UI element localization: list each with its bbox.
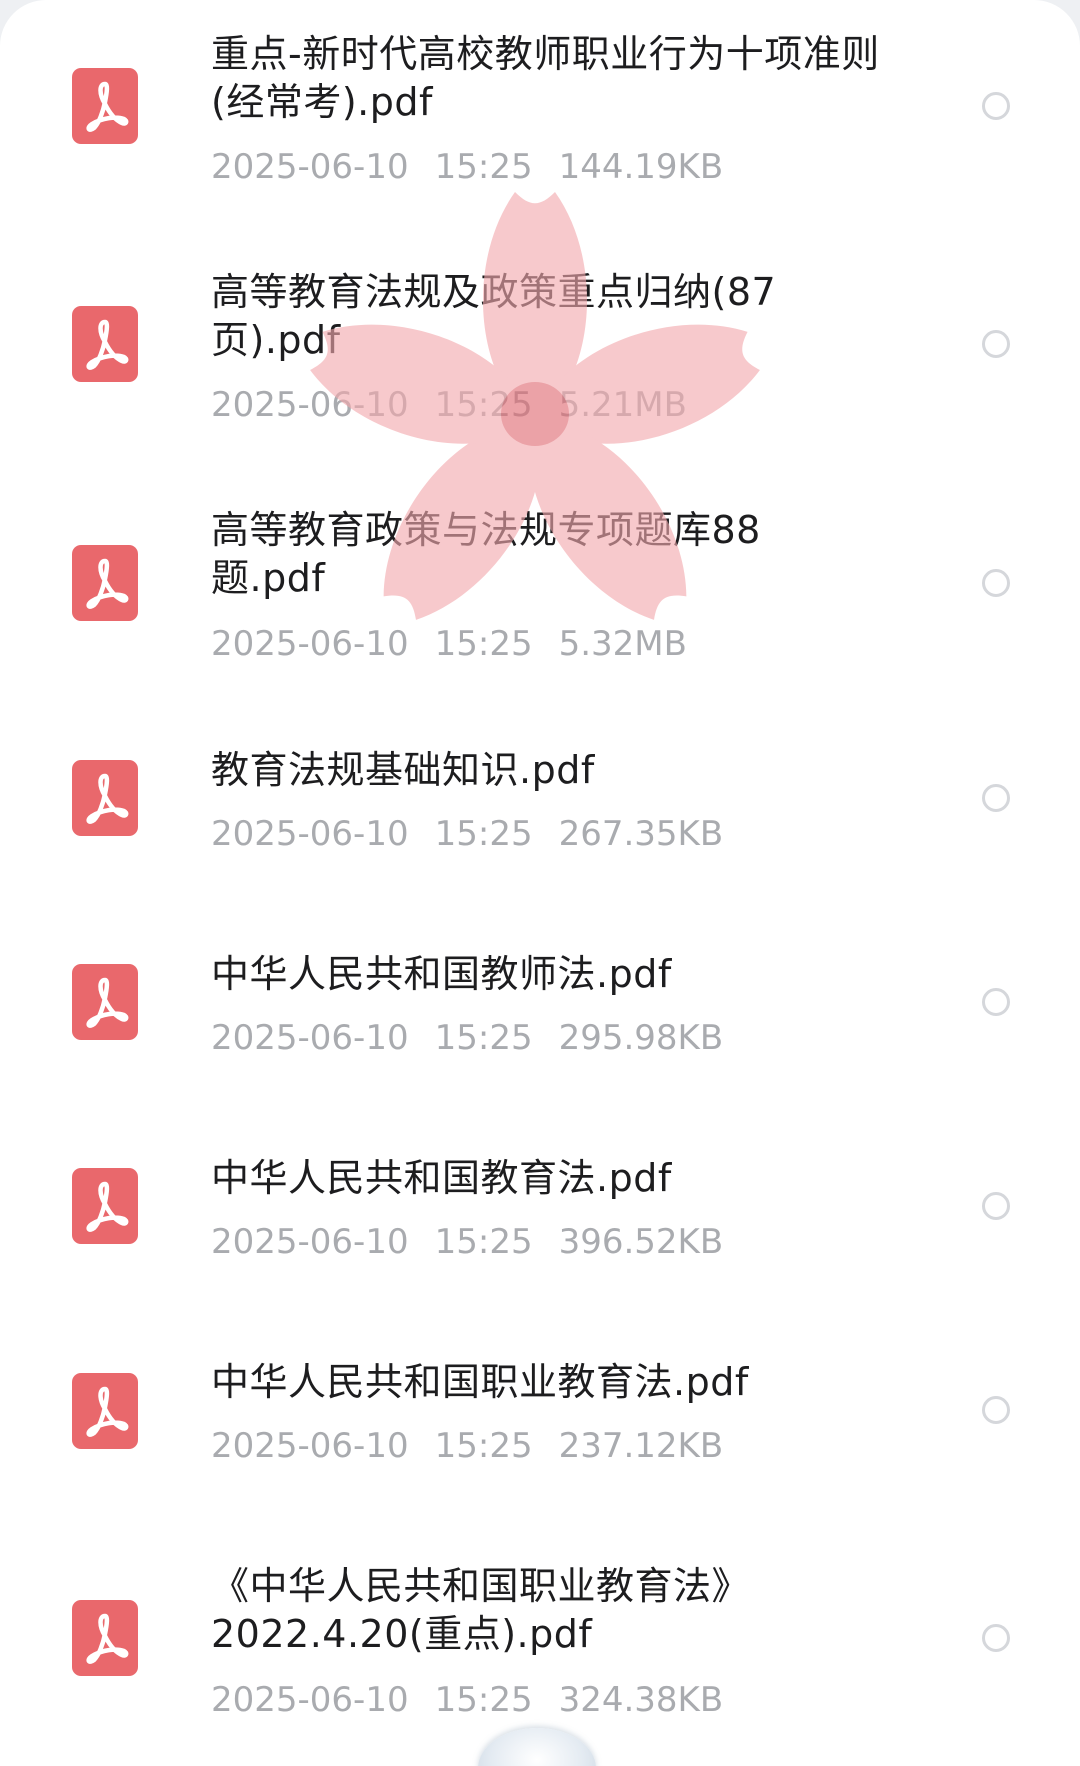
- file-name: 《中华人民共和国职业教育法》2022.4.20(重点).pdf: [211, 1564, 751, 1656]
- file-date: 2025-06-10: [211, 1680, 409, 1720]
- file-time: 15:25: [434, 1680, 533, 1720]
- file-size: 324.38KB: [558, 1680, 724, 1720]
- file-list: 重点-新时代高校教师职业行为十项准则(经常考).pdf 2025-06-10 15…: [0, 0, 1080, 1766]
- file-meta: 2025-06-10 15:25 324.38KB: [211, 1680, 911, 1720]
- select-radio-icon[interactable]: [982, 1624, 1010, 1652]
- pdf-icon: [72, 1600, 138, 1676]
- list-item[interactable]: 《中华人民共和国职业教育法》2022.4.20(重点).pdf 2025-06-…: [0, 0, 1080, 1730]
- file-picker-sheet: 重点-新时代高校教师职业行为十项准则(经常考).pdf 2025-06-10 15…: [0, 0, 1080, 1766]
